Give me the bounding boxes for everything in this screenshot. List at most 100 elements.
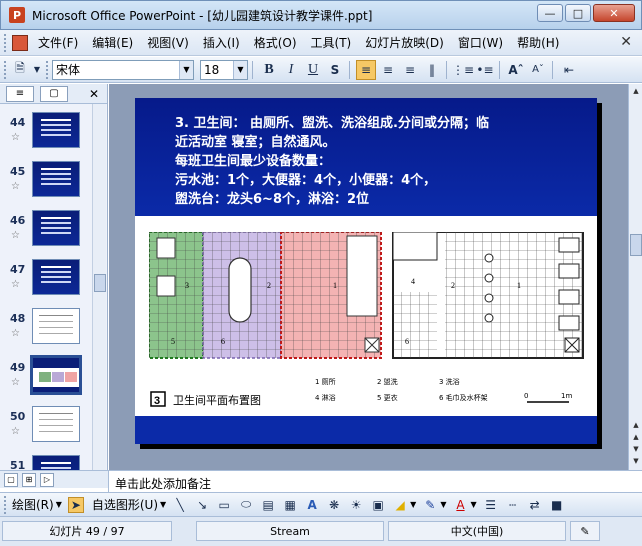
toolbar-grip-handle-2[interactable] bbox=[46, 60, 50, 79]
slides-pane-scrollbar[interactable] bbox=[92, 104, 106, 470]
toilet-floor-plan-figure[interactable]: 3 5 6 2 1 4 2 1 6 3 卫生间平面布置图 1 厕所 2 盥洗 3… bbox=[149, 232, 589, 418]
chevron-down-icon[interactable]: ▼ bbox=[179, 60, 193, 79]
normal-view-icon[interactable]: ▢ bbox=[4, 472, 18, 487]
chevron-down-icon[interactable]: ▼ bbox=[440, 500, 446, 509]
font-size-select[interactable]: 18 ▼ bbox=[200, 59, 248, 80]
menu-grip-handle[interactable] bbox=[4, 33, 8, 52]
rectangle-tool-icon[interactable]: ▭ bbox=[216, 497, 232, 513]
drawbar-grip-handle[interactable] bbox=[4, 495, 8, 514]
align-right-icon[interactable]: ≡ bbox=[400, 60, 420, 80]
slide-preview-image[interactable] bbox=[32, 112, 80, 148]
menu-slideshow[interactable]: 幻灯片放映(D) bbox=[365, 34, 444, 51]
slide-preview-image[interactable] bbox=[32, 210, 80, 246]
italic-icon[interactable]: I bbox=[281, 60, 301, 80]
menu-insert[interactable]: 插入(I) bbox=[203, 34, 240, 51]
slide-thumbnail-48[interactable]: 48 ☆ bbox=[0, 308, 92, 352]
arrow-style-icon[interactable]: ⇄ bbox=[527, 497, 543, 513]
line-color-icon[interactable]: ✎ bbox=[422, 497, 438, 513]
oval-tool-icon[interactable]: ⬭ bbox=[238, 497, 254, 513]
draw-menu-button[interactable]: 绘图(R) bbox=[12, 496, 54, 513]
align-left-icon[interactable]: ≡ bbox=[356, 59, 376, 80]
picture-icon[interactable]: ▣ bbox=[370, 497, 386, 513]
slide-thumbnail-51[interactable]: 51☆ bbox=[0, 455, 92, 470]
autoshapes-menu-button[interactable]: 自选图形(U) bbox=[92, 496, 158, 513]
slide-thumbnail-45[interactable]: 45 ☆ bbox=[0, 161, 92, 205]
clipart-icon[interactable]: ☀ bbox=[348, 497, 364, 513]
slide-thumbnail-44[interactable]: 44 ☆ bbox=[0, 112, 92, 156]
window-title: Microsoft Office PowerPoint - [幼儿园建筑设计教学… bbox=[32, 8, 373, 23]
select-pointer-icon[interactable]: ➤ bbox=[67, 496, 84, 513]
slide-sorter-view-icon[interactable]: ⊞ bbox=[22, 472, 36, 487]
increase-font-size-icon[interactable]: Aˆ bbox=[506, 60, 526, 80]
slide-thumbnail-46[interactable]: 46 ☆ bbox=[0, 210, 92, 254]
next-slide-icon[interactable]: ▼ bbox=[630, 444, 642, 454]
scrollbar-thumb[interactable] bbox=[94, 274, 106, 292]
vertical-textbox-icon[interactable]: ▦ bbox=[282, 497, 298, 513]
document-close-icon[interactable]: ✕ bbox=[620, 34, 632, 50]
fill-color-icon[interactable]: ◢ bbox=[392, 497, 408, 513]
spellcheck-icon[interactable]: ✎ bbox=[570, 521, 600, 541]
current-slide[interactable]: 3. 卫生间： 由厕所、盥洗、洗浴组成.分间或分隔；临 近活动室 寝室；自然通风… bbox=[135, 98, 597, 444]
powerpoint-app-icon[interactable]: P bbox=[9, 7, 25, 23]
decrease-indent-icon[interactable]: ⇤ bbox=[559, 60, 579, 80]
scroll-down-icon[interactable]: ▼ bbox=[630, 456, 642, 466]
slide-preview-image[interactable] bbox=[32, 161, 80, 197]
notes-pane[interactable]: 单击此处添加备注 bbox=[108, 470, 642, 492]
font-color-icon[interactable]: A bbox=[452, 497, 468, 513]
font-name-select[interactable]: 宋体 ▼ bbox=[52, 59, 194, 80]
slide-thumbnail-47[interactable]: 47 ☆ bbox=[0, 259, 92, 303]
dash-style-icon[interactable]: ┄ bbox=[505, 497, 521, 513]
decrease-font-size-icon[interactable]: Aˇ bbox=[528, 60, 548, 80]
document-icon[interactable] bbox=[12, 34, 28, 51]
tab-slides[interactable]: ▢ bbox=[40, 85, 68, 102]
menu-view[interactable]: 视图(V) bbox=[147, 34, 189, 51]
scrollbar-thumb[interactable] bbox=[630, 234, 642, 256]
slide-preview-image[interactable] bbox=[32, 308, 80, 344]
slide-thumbnail-50[interactable]: 50 ☆ bbox=[0, 406, 92, 450]
chevron-down-icon[interactable]: ▼ bbox=[410, 500, 416, 509]
toolbar-grip-handle[interactable] bbox=[4, 60, 8, 79]
align-center-icon[interactable]: ≡ bbox=[378, 60, 398, 80]
close-button[interactable]: ✕ bbox=[593, 4, 635, 22]
scroll-up-icon[interactable]: ▲ bbox=[630, 420, 642, 430]
pane-close-icon[interactable]: ✕ bbox=[89, 87, 99, 101]
shadow-style-icon[interactable]: ■ bbox=[549, 497, 565, 513]
menu-tools[interactable]: 工具(T) bbox=[311, 34, 352, 51]
numbered-list-icon[interactable]: ⋮≡ bbox=[452, 60, 474, 80]
line-style-icon[interactable]: ☰ bbox=[483, 497, 499, 513]
slide-preview-image[interactable] bbox=[32, 406, 80, 442]
wordart-icon[interactable]: A bbox=[304, 497, 320, 513]
line-tool-icon[interactable]: ╲ bbox=[172, 497, 188, 513]
slide-preview-image[interactable] bbox=[32, 455, 80, 470]
underline-icon[interactable]: U bbox=[303, 60, 323, 80]
chevron-down-icon[interactable]: ▼ bbox=[160, 500, 166, 509]
diagram-icon[interactable]: ❋ bbox=[326, 497, 342, 513]
slide-text-box[interactable]: 3. 卫生间： 由厕所、盥洗、洗浴组成.分间或分隔；临 近活动室 寝室；自然通风… bbox=[175, 114, 575, 209]
textbox-tool-icon[interactable]: ▤ bbox=[260, 497, 276, 513]
bold-icon[interactable]: B bbox=[259, 60, 279, 80]
arrow-tool-icon[interactable]: ↘ bbox=[194, 497, 210, 513]
menu-help[interactable]: 帮助(H) bbox=[517, 34, 559, 51]
slide-preview-image[interactable] bbox=[30, 355, 82, 395]
minimize-button[interactable]: — bbox=[537, 4, 563, 22]
chevron-down-icon[interactable]: ▼ bbox=[56, 500, 62, 509]
shadow-icon[interactable]: S bbox=[325, 60, 345, 80]
slide-preview-image[interactable] bbox=[32, 259, 80, 295]
toolbar-options-chevron-icon[interactable]: ▼ bbox=[32, 60, 42, 80]
slide-thumbnail-49[interactable]: 49 ☆ bbox=[0, 355, 92, 401]
menu-edit[interactable]: 编辑(E) bbox=[92, 34, 133, 51]
chevron-down-icon[interactable]: ▼ bbox=[470, 500, 476, 509]
previous-slide-icon[interactable]: ▲ bbox=[630, 432, 642, 442]
chevron-down-icon[interactable]: ▼ bbox=[233, 60, 247, 79]
slide-scrollbar[interactable]: ▲ ▲ ▲ ▼ ▼ bbox=[628, 84, 642, 470]
bulleted-list-icon[interactable]: •≡ bbox=[475, 60, 495, 80]
menu-format[interactable]: 格式(O) bbox=[254, 34, 297, 51]
distribute-columns-icon[interactable]: ‖ bbox=[422, 60, 442, 80]
tab-outline[interactable]: ≡ bbox=[6, 85, 34, 102]
menu-file[interactable]: 文件(F) bbox=[38, 34, 78, 51]
scroll-up-icon[interactable]: ▲ bbox=[630, 86, 642, 96]
maximize-button[interactable]: □ bbox=[565, 4, 591, 22]
menu-window[interactable]: 窗口(W) bbox=[458, 34, 503, 51]
slideshow-view-icon[interactable]: ▷ bbox=[40, 472, 54, 487]
new-document-icon[interactable]: 🗎 bbox=[10, 60, 30, 80]
